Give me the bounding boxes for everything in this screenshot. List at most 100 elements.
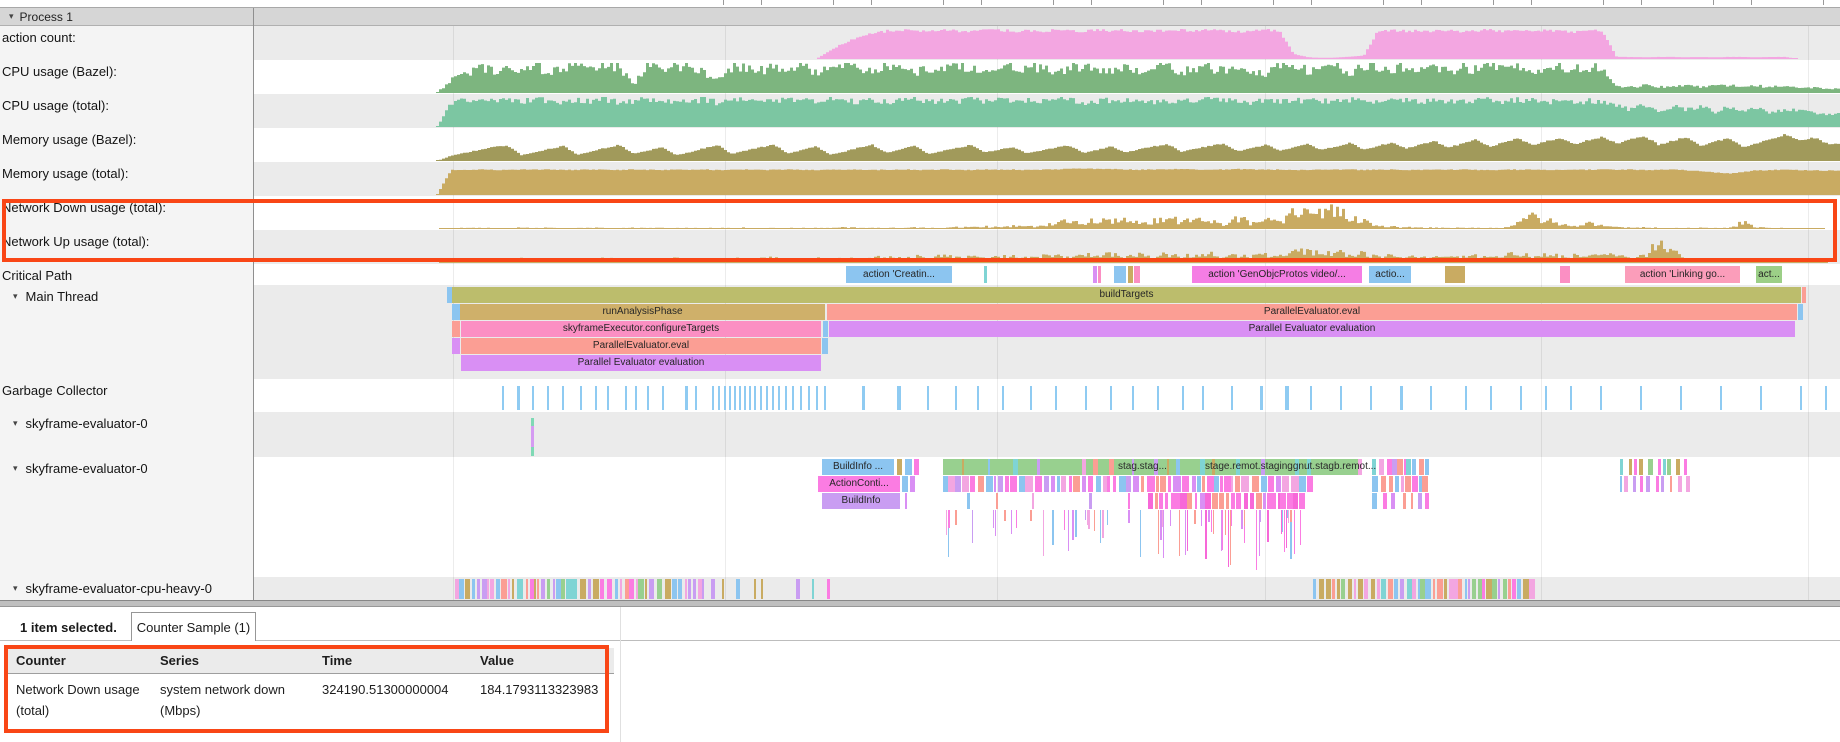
gc-tick[interactable]	[1132, 386, 1134, 410]
slice[interactable]	[1160, 476, 1167, 492]
slice[interactable]	[1419, 459, 1424, 475]
gc-tick[interactable]	[1720, 386, 1722, 410]
slice[interactable]	[1250, 493, 1253, 509]
gc-tick[interactable]	[1760, 386, 1762, 410]
gc-tick[interactable]	[1231, 386, 1233, 410]
gc-tick[interactable]	[1600, 386, 1602, 410]
slice[interactable]	[1358, 579, 1363, 599]
gc-tick[interactable]	[897, 386, 901, 410]
slice[interactable]	[988, 459, 991, 475]
gc-tick[interactable]	[712, 386, 714, 410]
slice[interactable]	[994, 476, 996, 492]
slice[interactable]: skyframeExecutor.configureTargets	[461, 321, 821, 337]
slice[interactable]	[1465, 579, 1467, 599]
slice[interactable]	[1482, 579, 1485, 599]
slice[interactable]	[1412, 579, 1416, 599]
slice[interactable]	[588, 579, 591, 599]
slice[interactable]: BuildInfo ...	[822, 459, 894, 475]
slice[interactable]	[531, 418, 534, 426]
gc-tick[interactable]	[739, 386, 741, 410]
slice[interactable]	[812, 579, 815, 599]
collapse-arrow-icon[interactable]: ▾	[13, 463, 18, 474]
track-label[interactable]: Critical Path	[0, 268, 72, 283]
gc-tick[interactable]	[977, 386, 979, 410]
gc-tick[interactable]	[927, 386, 929, 410]
column-header-series[interactable]: Series	[160, 653, 199, 668]
slice[interactable]	[1159, 493, 1163, 509]
gc-tick[interactable]	[1545, 386, 1547, 410]
slice[interactable]: Parallel Evaluator evaluation	[461, 355, 821, 371]
slice[interactable]	[547, 579, 550, 599]
slice[interactable]	[1634, 459, 1637, 475]
slice[interactable]	[556, 579, 561, 599]
slice[interactable]	[566, 579, 572, 599]
slice[interactable]	[1418, 493, 1422, 509]
slice[interactable]	[1224, 476, 1231, 492]
slice[interactable]	[1128, 493, 1130, 509]
gc-tick[interactable]	[1430, 386, 1432, 410]
slice[interactable]	[1231, 476, 1233, 492]
slice[interactable]	[1372, 476, 1378, 492]
gc-tick[interactable]	[744, 386, 746, 410]
track-label-critical-path[interactable]: Critical Path	[0, 264, 253, 285]
gc-tick[interactable]	[1640, 386, 1642, 410]
slice[interactable]	[1019, 476, 1025, 492]
slice[interactable]	[1044, 476, 1048, 492]
slice[interactable]	[1299, 493, 1305, 509]
track-label-net-up[interactable]: Network Up usage (total):	[0, 230, 253, 264]
slice[interactable]	[1276, 476, 1282, 492]
slice[interactable]	[1252, 476, 1259, 492]
slice[interactable]	[1212, 493, 1218, 509]
gc-tick[interactable]	[1310, 386, 1312, 410]
slice[interactable]	[1472, 579, 1476, 599]
slice[interactable]	[905, 493, 907, 509]
gc-tick[interactable]	[778, 386, 780, 410]
slice[interactable]	[1256, 493, 1261, 509]
slice[interactable]	[761, 579, 764, 599]
slice[interactable]	[1197, 476, 1200, 492]
slice[interactable]	[1639, 459, 1643, 475]
slice[interactable]	[1005, 476, 1010, 492]
slice[interactable]	[1032, 493, 1034, 509]
slice[interactable]	[1093, 459, 1098, 475]
column-header-time[interactable]: Time	[322, 653, 352, 668]
gc-tick[interactable]	[1202, 386, 1204, 410]
slice[interactable]	[1633, 476, 1636, 492]
slice[interactable]	[452, 321, 460, 337]
slice[interactable]	[711, 579, 715, 599]
slice[interactable]	[1267, 493, 1273, 509]
slice[interactable]	[1319, 579, 1324, 599]
gc-tick[interactable]	[1520, 386, 1522, 410]
gc-tick[interactable]	[824, 386, 826, 410]
gc-tick[interactable]	[1800, 386, 1802, 410]
slice[interactable]	[1389, 476, 1393, 492]
slice[interactable]	[1037, 459, 1040, 475]
track-canvas-skyframe-evaluator-0a[interactable]	[253, 412, 1840, 457]
slice[interactable]	[1148, 493, 1153, 509]
track-label-action-count[interactable]: action count:	[0, 26, 253, 60]
slice[interactable]	[459, 579, 463, 599]
slice[interactable]	[1261, 476, 1268, 492]
slice[interactable]	[1394, 579, 1398, 599]
slice[interactable]	[452, 304, 460, 320]
slice[interactable]	[984, 266, 987, 283]
slice[interactable]	[1073, 476, 1080, 492]
slice[interactable]	[657, 579, 663, 599]
slice[interactable]	[531, 426, 534, 447]
slice[interactable]	[685, 579, 687, 599]
slice[interactable]	[1383, 493, 1387, 509]
slice[interactable]	[1658, 459, 1661, 475]
slice[interactable]	[1468, 579, 1471, 599]
slice[interactable]	[615, 579, 618, 599]
collapse-arrow-icon[interactable]: ▾	[13, 291, 18, 302]
slice[interactable]	[1364, 579, 1368, 599]
slice[interactable]	[823, 321, 828, 337]
slice[interactable]	[1388, 579, 1393, 599]
slice[interactable]	[910, 476, 915, 492]
gc-tick[interactable]	[647, 386, 649, 410]
slice[interactable]	[1372, 493, 1377, 509]
slice[interactable]: buildTargets	[452, 287, 1801, 303]
slice[interactable]	[967, 493, 970, 509]
slice[interactable]	[1219, 493, 1224, 509]
gc-tick[interactable]	[1490, 386, 1492, 410]
